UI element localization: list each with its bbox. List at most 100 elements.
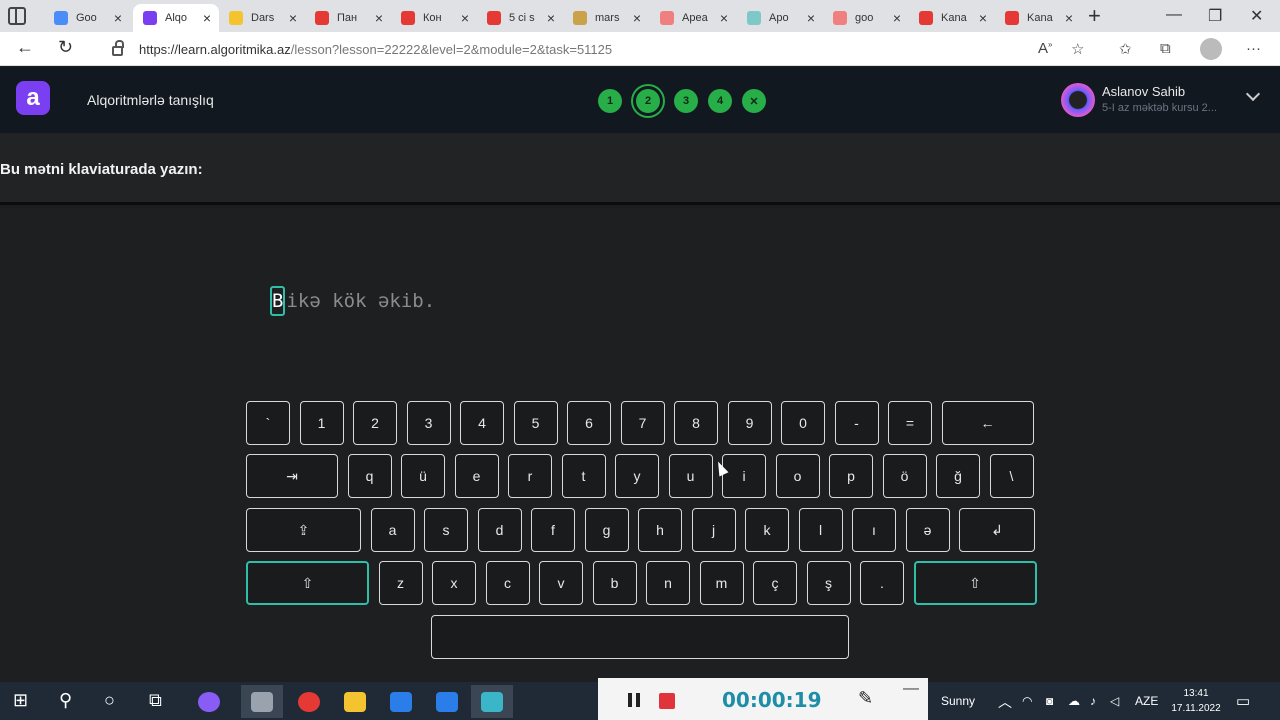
restore-icon[interactable]: ❐: [1208, 6, 1222, 26]
tab-close-icon[interactable]: ×: [375, 10, 383, 26]
close-window-icon[interactable]: ✕: [1250, 6, 1263, 26]
keyboard-key[interactable]: ı: [852, 508, 896, 552]
read-aloud-icon[interactable]: A»: [1038, 40, 1052, 57]
meet-now-icon[interactable]: ◙: [1046, 694, 1053, 708]
step-4[interactable]: 4: [708, 89, 732, 113]
browser-tab[interactable]: Apo ×: [737, 4, 823, 32]
microphone-icon[interactable]: ♪: [1090, 694, 1096, 708]
tab-close-icon[interactable]: ×: [114, 10, 122, 26]
keyboard-key[interactable]: o: [775, 454, 820, 498]
browser-tab[interactable]: mars ×: [563, 4, 649, 32]
keyboard-key[interactable]: p: [829, 454, 873, 498]
browser-tab[interactable]: Alqo ×: [133, 4, 219, 32]
tab-close-icon[interactable]: ×: [893, 10, 901, 26]
keyboard-key[interactable]: h: [638, 508, 682, 552]
keyboard-key[interactable]: .: [860, 561, 904, 605]
onedrive-icon[interactable]: ☁: [1068, 694, 1080, 708]
step-2[interactable]: 2: [636, 89, 660, 113]
add-favorite-icon[interactable]: ☆: [1071, 40, 1084, 58]
browser-tab[interactable]: Apea ×: [650, 4, 736, 32]
keyboard-key[interactable]: ö: [882, 454, 927, 498]
language-indicator[interactable]: AZE: [1135, 694, 1158, 708]
favorites-icon[interactable]: ✩: [1119, 40, 1132, 58]
keyboard-key[interactable]: i: [722, 454, 766, 498]
browser-tab[interactable]: Пан ×: [305, 4, 391, 32]
tab-close-icon[interactable]: ×: [807, 10, 815, 26]
browser-tab[interactable]: Goo ×: [44, 4, 130, 32]
keyboard-key[interactable]: `: [246, 401, 290, 445]
browser-tab[interactable]: Кон ×: [391, 4, 477, 32]
key-space[interactable]: [431, 615, 849, 659]
sidebar-toggle-icon[interactable]: [8, 7, 26, 25]
search-icon[interactable]: ⚲: [59, 690, 72, 711]
keyboard-key[interactable]: k: [745, 508, 789, 552]
taskbar-app-yandex[interactable]: [288, 685, 330, 718]
browser-tab[interactable]: goo ×: [823, 4, 909, 32]
keyboard-key[interactable]: q: [347, 454, 392, 498]
keyboard-key[interactable]: d: [477, 508, 522, 552]
collections-icon[interactable]: ⧉: [1160, 40, 1171, 57]
tab-close-icon[interactable]: ×: [289, 10, 297, 26]
step-final-icon[interactable]: ✕: [742, 89, 766, 113]
keyboard-key[interactable]: ⇪: [246, 508, 361, 552]
tab-close-icon[interactable]: ×: [1065, 10, 1073, 26]
keyboard-key[interactable]: 4: [460, 401, 504, 445]
step-1[interactable]: 1: [598, 89, 622, 113]
keyboard-key[interactable]: b: [592, 561, 637, 605]
weather-text[interactable]: Sunny: [941, 694, 975, 708]
algoritmika-logo[interactable]: a: [16, 81, 50, 115]
keyboard-key[interactable]: j: [691, 508, 736, 552]
keyboard-key[interactable]: 0: [781, 401, 825, 445]
stop-icon[interactable]: [659, 693, 675, 709]
pause-icon[interactable]: [628, 693, 640, 707]
keyboard-key[interactable]: 6: [567, 401, 611, 445]
user-avatar[interactable]: [1061, 83, 1095, 117]
keyboard-key[interactable]: 9: [727, 401, 772, 445]
taskbar-app-explorer[interactable]: [334, 685, 376, 718]
url-field[interactable]: https://learn.algoritmika.az/lesson?less…: [100, 35, 1100, 63]
keyboard-key[interactable]: x: [432, 561, 476, 605]
minimize-icon[interactable]: —: [1166, 6, 1182, 24]
keyboard-key[interactable]: \: [989, 454, 1034, 498]
keyboard-key[interactable]: ⇥: [246, 454, 338, 498]
keyboard-key[interactable]: y: [615, 454, 659, 498]
cortana-icon[interactable]: ○: [104, 690, 115, 711]
browser-tab[interactable]: 5 ci s ×: [477, 4, 563, 32]
keyboard-key[interactable]: =: [888, 401, 932, 445]
tab-close-icon[interactable]: ×: [633, 10, 641, 26]
keyboard-key[interactable]: s: [424, 508, 468, 552]
taskbar-app-store[interactable]: [380, 685, 422, 718]
taskbar-app-mail[interactable]: [426, 685, 468, 718]
keyboard-key[interactable]: 1: [299, 401, 344, 445]
pen-icon[interactable]: ✎: [858, 688, 873, 709]
keyboard-key[interactable]: ə: [905, 508, 950, 552]
keyboard-key[interactable]: 3: [406, 401, 451, 445]
chevron-down-icon[interactable]: [1245, 86, 1261, 102]
step-3[interactable]: 3: [674, 89, 698, 113]
taskbar-app-user[interactable]: [241, 685, 283, 718]
keyboard-key[interactable]: n: [646, 561, 690, 605]
network-icon[interactable]: ◠: [1022, 694, 1032, 708]
tab-close-icon[interactable]: ×: [547, 10, 555, 26]
more-menu-icon[interactable]: ···: [1246, 40, 1261, 57]
keyboard-key[interactable]: ⇧: [913, 561, 1037, 605]
keyboard-key[interactable]: ↲: [959, 508, 1035, 552]
keyboard-key[interactable]: ü: [401, 454, 445, 498]
keyboard-key[interactable]: m: [699, 561, 744, 605]
refresh-icon[interactable]: ↻: [58, 37, 73, 58]
minimize-recorder-icon[interactable]: —: [903, 680, 919, 698]
windows-start-icon[interactable]: ⊞: [13, 690, 28, 711]
keyboard-key[interactable]: 7: [620, 401, 665, 445]
browser-tab[interactable]: Kana ×: [995, 4, 1081, 32]
keyboard-key[interactable]: z: [378, 561, 423, 605]
keyboard-key[interactable]: u: [668, 454, 713, 498]
keyboard-key[interactable]: ğ: [936, 454, 980, 498]
keyboard-key[interactable]: e: [454, 454, 499, 498]
new-tab-button[interactable]: +: [1088, 3, 1101, 29]
taskbar-clock[interactable]: 13:41 17.11.2022: [1168, 686, 1224, 716]
taskbar-app-recorder[interactable]: [471, 685, 513, 718]
keyboard-key[interactable]: r: [508, 454, 552, 498]
keyboard-key[interactable]: ş: [806, 561, 851, 605]
task-view-icon[interactable]: ⧉: [149, 690, 162, 711]
keyboard-key[interactable]: g: [584, 508, 629, 552]
